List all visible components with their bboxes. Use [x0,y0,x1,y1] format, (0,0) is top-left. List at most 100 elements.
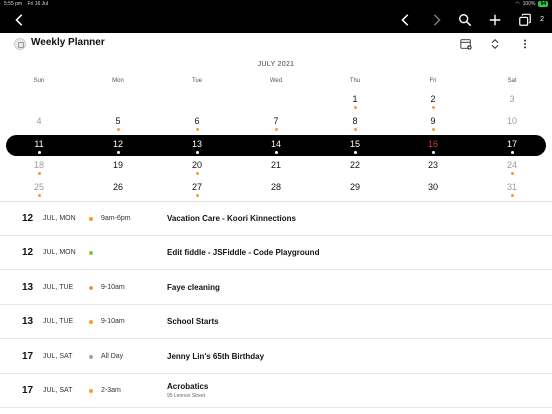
event-row[interactable]: 13 JUL, TUE 9-10am Faye cleaning [0,271,552,305]
calendar-add-icon[interactable] [459,37,473,51]
event-indicator-dot [275,194,278,197]
plus-icon[interactable] [487,12,503,28]
event-indicator-dot [432,194,435,197]
day-cell[interactable]: 19 [103,159,133,175]
day-cell[interactable]: 1 [340,93,370,109]
event-indicator-dot [195,128,199,131]
day-cell[interactable]: 26 [103,181,133,197]
day-cell[interactable]: 21 [261,159,291,175]
event-date: JUL, SAT [43,352,73,360]
planner-header: Weekly Planner [0,33,552,55]
day-cell[interactable]: 14 [261,138,291,154]
day-cell[interactable]: 15 [340,138,370,154]
day-cell[interactable]: 29 [340,181,370,197]
month-label: JULY 2021 [257,61,295,68]
day-number: 30 [427,182,438,192]
week-row[interactable]: 1 2 3 [0,93,552,113]
weekday-label: Mon [112,78,124,84]
week-row[interactable]: 18 19 20 21 22 23 24 [0,159,552,179]
event-indicator-dot [510,151,514,154]
event-indicator-dot [116,128,120,131]
event-date: JUL, TUE [43,318,74,326]
event-indicator-dot [37,172,41,175]
day-cell[interactable]: 2 [418,93,448,109]
day-cell[interactable]: 4 [24,115,54,131]
day-number: 27 [191,182,202,192]
selected-week-row[interactable]: 11 12 13 14 15 16 17 [6,135,546,156]
day-cell[interactable]: 24 [497,159,527,175]
day-cell[interactable]: 17 [497,138,527,154]
weekday-label: Thu [349,78,361,84]
event-color-dot [89,389,93,393]
day-number: 3 [509,94,515,104]
day-number: 1 [352,94,358,104]
day-number: 11 [34,139,44,149]
next-chevron-icon[interactable] [428,12,444,28]
day-cell[interactable]: 22 [340,159,370,175]
event-indicator-dot [432,172,435,175]
day-number: 2 [430,94,436,104]
day-cell[interactable]: 18 [24,159,54,175]
event-time: 9-10am [101,318,125,326]
event-indicator-dot [37,194,41,197]
event-row[interactable]: 17 JUL, SAT All Day Jenny Lin's 65th Birthd… [0,340,552,374]
day-cell[interactable]: 31 [497,181,527,197]
day-cell[interactable]: 6 [182,115,212,131]
day-cell[interactable]: 28 [261,181,291,197]
day-cell[interactable]: 20 [182,159,212,175]
day-number: 25 [33,182,44,192]
day-cell[interactable]: 5 [103,115,133,131]
day-cell[interactable]: 8 [340,115,370,131]
weekday-label: Tue [191,78,203,84]
back-chevron-icon[interactable] [12,12,28,28]
day-number: 10 [506,116,517,126]
day-number: 16 [427,139,438,149]
event-indicator-dot [353,106,357,109]
event-row[interactable]: 12 JUL, MON 9am-6pm Vacation Care - Koori K… [0,202,552,236]
status-bar-right: ◠ 100% 94 [515,1,548,7]
day-cell[interactable]: 13 [182,138,212,154]
day-cell[interactable]: 25 [24,181,54,197]
week-row[interactable]: 25 26 27 28 29 30 31 [0,181,552,201]
day-cell[interactable]: 23 [418,159,448,175]
event-row[interactable]: 12 JUL, MON Edit fiddle - JSFiddle - Code … [0,236,552,271]
event-title: Faye cleaning [167,282,220,292]
search-icon[interactable] [457,12,473,28]
event-row[interactable]: 13 JUL, TUE 9-10am School Starts [0,305,552,340]
day-number: 12 [112,139,123,149]
duplicate-icon[interactable] [517,12,533,28]
expand-collapse-icon[interactable] [488,37,502,51]
event-indicator-dot [195,194,199,197]
event-indicator-dot [354,172,357,175]
day-cell[interactable]: 30 [418,181,448,197]
day-number: 6 [194,116,200,126]
status-date: Fri 16 Jul [27,1,49,7]
day-cell[interactable]: 7 [261,115,291,131]
event-color-dot [89,320,93,325]
event-indicator-dot [117,194,120,197]
wifi-icon: ◠ [515,1,520,7]
day-cell[interactable]: 3 [497,93,527,109]
day-number: 24 [506,160,517,170]
event-indicator-dot [195,151,199,154]
day-cell-today[interactable]: 16 [418,138,448,154]
prev-chevron-icon[interactable] [398,12,414,28]
event-time: All Day [101,352,124,360]
event-time: 2-3am [101,387,121,394]
event-row[interactable]: 17 JUL, SAT 2-3am Acrobatics 95 Lennox Stree… [0,374,552,408]
day-cell[interactable]: 27 [182,181,212,197]
event-title: Acrobatics [167,382,209,391]
day-cell[interactable]: 12 [103,138,133,154]
week-row[interactable]: 4 5 6 7 8 9 10 [0,115,552,135]
status-time: 5:55 pm [4,1,23,7]
day-number: 13 [191,139,202,149]
event-day-number: 13 [22,316,34,328]
day-cell[interactable]: 10 [497,115,527,131]
event-day-number: 17 [22,385,34,396]
event-indicator-dot [116,151,120,154]
event-indicator-dot [511,128,514,131]
day-cell[interactable]: 11 [24,138,54,154]
day-number: 9 [430,116,436,126]
more-vertical-icon[interactable] [518,37,532,51]
day-cell[interactable]: 9 [418,115,448,131]
